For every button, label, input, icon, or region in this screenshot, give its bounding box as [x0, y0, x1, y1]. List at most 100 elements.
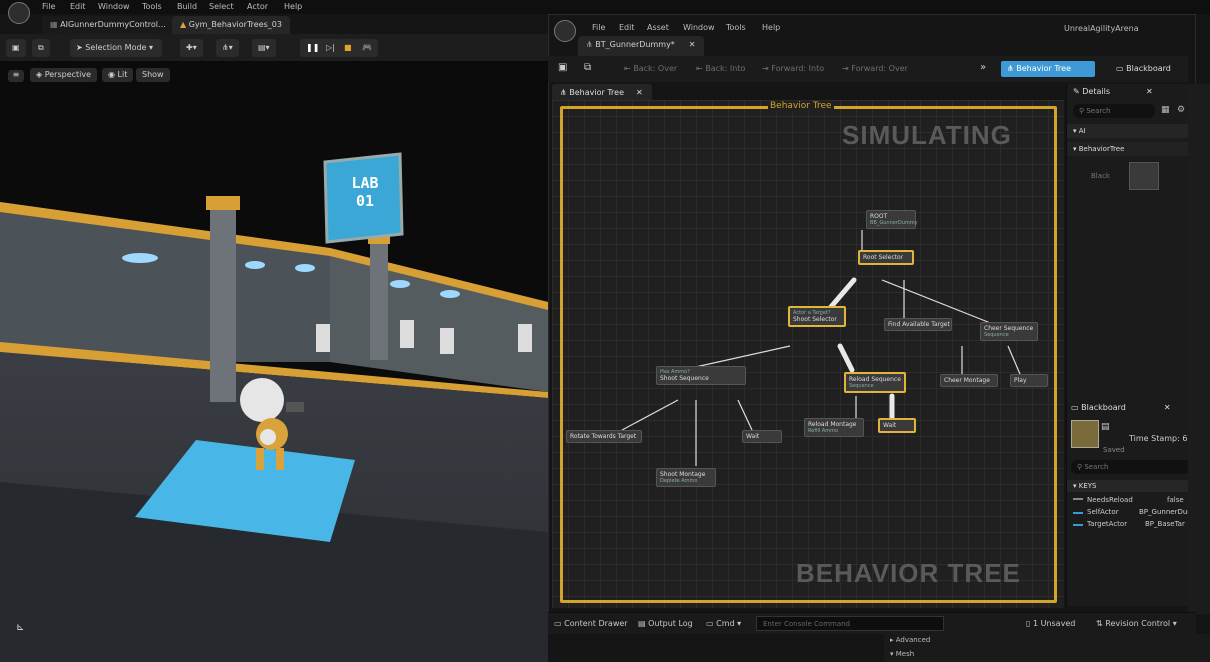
blackboard-mode-button[interactable]: ▭ Blackboard: [1112, 61, 1180, 77]
cinematics-button[interactable]: ▤▾: [252, 39, 276, 57]
timestamp-label: Time Stamp: 6,9: [1129, 434, 1196, 443]
document-icon: ▯: [1026, 619, 1033, 628]
bt-asset-tab[interactable]: ⋔ BT_GunnerDummy* ✕: [578, 36, 704, 56]
lab-sign-text: LAB 01: [351, 174, 379, 210]
details-section-bt[interactable]: ▾ BehaviorTree: [1067, 142, 1197, 156]
advanced-section[interactable]: ▸ Advanced: [890, 636, 930, 644]
show-button[interactable]: Show: [136, 68, 170, 82]
content-drawer-button[interactable]: ▭ Content Drawer: [554, 619, 628, 628]
bt-menu-help[interactable]: Help: [762, 23, 780, 32]
menu-edit[interactable]: Edit: [70, 2, 86, 11]
menu-actor[interactable]: Actor: [247, 2, 268, 11]
forward-over-button[interactable]: ⇥ Forward: Over: [842, 64, 908, 73]
close-icon[interactable]: ✕: [1164, 403, 1171, 412]
bt-tabs: ⋔ BT_GunnerDummy* ✕: [548, 36, 1210, 56]
close-icon[interactable]: ✕: [636, 88, 643, 97]
save-icon[interactable]: ▣: [558, 62, 567, 73]
add-actor-button[interactable]: ✚▾: [180, 39, 203, 57]
close-icon[interactable]: ✕: [689, 40, 696, 49]
bt-asset-icon: ⋔: [586, 40, 596, 49]
bt-menu-edit[interactable]: Edit: [619, 23, 635, 32]
black-label: Black: [1091, 172, 1110, 180]
scene-render: [0, 62, 548, 662]
console-input[interactable]: Enter Console Command: [756, 616, 944, 631]
tree-icon: ⋔: [1007, 64, 1017, 73]
graph-frame: [560, 106, 1057, 603]
details-panel: ✎ Details ✕ ⚲ Search ▦ ⚙ ▾ AI ▾ BehaviorT…: [1066, 84, 1197, 400]
details-tab[interactable]: ✎ Details ✕: [1073, 87, 1153, 96]
level-viewport[interactable]: ≡ ◈ Perspective ◉ Lit Show LAB 01 ⊾: [0, 62, 548, 662]
terminal-icon: ▭: [706, 619, 717, 628]
lit-button[interactable]: ◉ Lit: [102, 68, 134, 82]
selection-mode-button[interactable]: ➤ Selection Mode ▾: [70, 39, 162, 57]
light-icon: ◉: [108, 70, 118, 79]
menu-file[interactable]: File: [42, 2, 55, 11]
details-section-ai[interactable]: ▾ AI: [1067, 124, 1197, 138]
cmd-dropdown[interactable]: ▭ Cmd ▾: [706, 619, 741, 628]
browse-icon[interactable]: ⧉: [32, 39, 50, 57]
blackboard-thumbnail: [1071, 420, 1099, 448]
revision-icon: ⇅: [1096, 619, 1106, 628]
back-over-button[interactable]: ⇤ Back: Over: [624, 64, 677, 73]
cube-icon: ◈: [36, 70, 45, 79]
bt-menu-asset[interactable]: Asset: [647, 23, 669, 32]
menu-window[interactable]: Window: [98, 2, 130, 11]
browse-icon[interactable]: ⧉: [584, 62, 591, 73]
level-tab-gym[interactable]: ▲ Gym_BehaviorTrees_03: [172, 16, 290, 34]
bt-menu-file[interactable]: File: [592, 23, 605, 32]
bt-menu-window[interactable]: Window: [683, 23, 715, 32]
menu-tools[interactable]: Tools: [142, 2, 162, 11]
bt-toolbar: ▣ ⧉ ⇤ Back: Over ⇤ Back: Into ⇥ Forward:…: [548, 56, 1188, 82]
level-tab-control[interactable]: ▦ AIGunnerDummyControl...: [42, 16, 174, 34]
status-bar: ▭ Content Drawer ▤ Output Log ▭ Cmd ▾ En…: [548, 612, 1196, 634]
blackboard-icon: ▭: [1071, 403, 1082, 412]
menu-help[interactable]: Help: [284, 2, 302, 11]
blackboard-asset-thumbnail[interactable]: [1129, 162, 1159, 190]
bt-menu-tools[interactable]: Tools: [726, 23, 746, 32]
blackboard-icon: ▭: [1116, 64, 1127, 73]
stop-icon[interactable]: ■: [338, 39, 358, 57]
revision-control-button[interactable]: ⇅ Revision Control ▾: [1096, 619, 1177, 628]
cursor-icon: ➤: [76, 43, 86, 52]
level-icon: ▲: [180, 20, 189, 29]
menu-build[interactable]: Build: [177, 2, 197, 11]
mesh-section[interactable]: ▾ Mesh: [890, 650, 914, 658]
blueprint-button[interactable]: ⋔▾: [216, 39, 239, 57]
viewport-options-button[interactable]: ≡: [8, 70, 24, 82]
unreal-logo-icon[interactable]: [8, 2, 30, 24]
menu-select[interactable]: Select: [209, 2, 234, 11]
graph-tab[interactable]: ⋔ Behavior Tree ✕: [552, 84, 652, 100]
behavior-tree-mode-button[interactable]: ⋔ Behavior Tree: [1001, 61, 1095, 77]
unsaved-button[interactable]: ▯ 1 Unsaved: [1026, 619, 1075, 628]
tree-icon: ⋔: [560, 88, 570, 97]
blackboard-tab[interactable]: ▭ Blackboard ✕: [1071, 403, 1171, 412]
gear-icon[interactable]: ⚙: [1177, 105, 1185, 115]
close-icon[interactable]: ✕: [1146, 87, 1153, 96]
blackboard-search-input[interactable]: ⚲ Search: [1071, 460, 1191, 474]
save-icon[interactable]: ▣: [6, 39, 26, 57]
key-row[interactable]: SelfActor BP_GunnerDum: [1067, 508, 1197, 520]
details-icon: ✎: [1073, 87, 1083, 96]
forward-into-button[interactable]: ⇥ Forward: Into: [762, 64, 824, 73]
grid-view-icon[interactable]: ▦: [1161, 105, 1170, 115]
log-icon: ▤: [638, 619, 649, 628]
main-menubar: File Edit Window Tools Build Select Acto…: [0, 0, 1210, 24]
back-into-button[interactable]: ⇤ Back: Into: [696, 64, 745, 73]
keys-header[interactable]: ▾ KEYS: [1067, 480, 1197, 492]
expand-icon[interactable]: »: [980, 62, 986, 73]
right-side-strip: [1188, 84, 1210, 614]
key-row[interactable]: NeedsReload false: [1067, 496, 1197, 508]
graph-frame-title: Behavior Tree: [768, 101, 834, 111]
blackboard-asset-icon: ▤: [1101, 422, 1110, 432]
key-row[interactable]: TargetActor BP_BaseTar: [1067, 520, 1197, 532]
chevron-down-icon: ▾: [146, 43, 154, 52]
blackboard-panel: ▭ Blackboard ✕ ▤ Time Stamp: 6,9 Saved ⚲ …: [1066, 400, 1197, 606]
main-toolbar: ▣ ⧉ ➤ Selection Mode ▾ ✚▾ ⋔▾ ▤▾ ❚❚ ▷| ■ …: [0, 34, 548, 62]
output-log-button[interactable]: ▤ Output Log: [638, 619, 693, 628]
details-search-input[interactable]: ⚲ Search: [1073, 104, 1155, 118]
possess-icon[interactable]: 🎮: [356, 39, 378, 57]
perspective-button[interactable]: ◈ Perspective: [30, 68, 98, 82]
drawer-icon: ▭: [554, 619, 565, 628]
bt-menubar: File Edit Asset Window Tools Help Unreal…: [548, 18, 1210, 42]
axis-gizmo-icon: ⊾: [16, 622, 25, 633]
